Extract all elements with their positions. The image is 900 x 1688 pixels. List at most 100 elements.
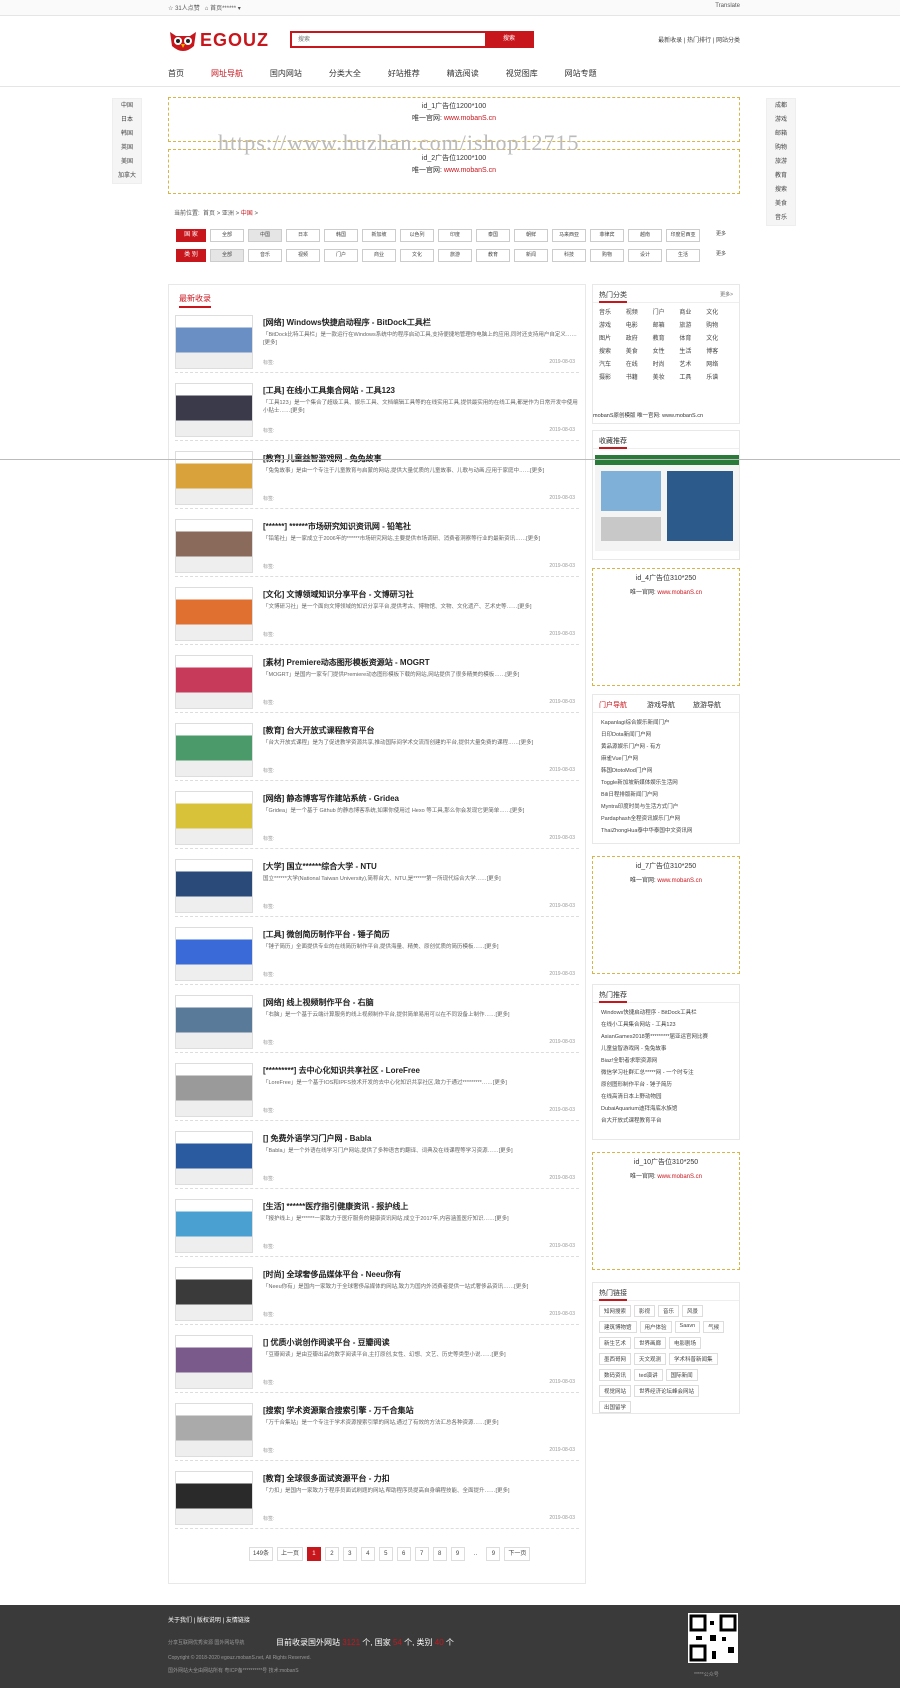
chip[interactable]: 全部 [210, 229, 244, 242]
tab-portal[interactable]: 门户导航 [599, 700, 627, 710]
tag-link[interactable]: 电影剧场 [669, 1337, 702, 1349]
portal-link[interactable]: Toggle新加坡新媒体娱乐生活网 [601, 777, 731, 789]
item-title[interactable]: [大学] 国立******综合大学 - NTU [263, 861, 377, 872]
more-chip[interactable]: 更多 [704, 229, 738, 242]
chip[interactable]: 旅游 [438, 249, 472, 262]
portal-link[interactable]: 韩国DtotoMod门户网 [601, 765, 731, 777]
chip[interactable]: 新闻 [514, 249, 548, 262]
site-thumbnail[interactable] [175, 995, 253, 1049]
page-button[interactable]: 4 [360, 1547, 375, 1561]
chip[interactable]: 印度 [438, 229, 472, 242]
item-title[interactable]: [教育] 台大开放式课程教育平台 [263, 725, 375, 736]
float-item[interactable]: 美食 [767, 197, 795, 211]
page-button[interactable]: 2 [324, 1547, 339, 1561]
search-input[interactable] [292, 33, 472, 46]
category-link[interactable]: 文化 [706, 307, 733, 316]
category-link[interactable]: 艺术 [679, 359, 706, 368]
chip[interactable]: 视频 [286, 249, 320, 262]
more-link[interactable]: 更多> [720, 291, 733, 298]
hot-rank-link[interactable]: 热门排行 [687, 38, 711, 44]
more-chip[interactable]: 更多 [704, 249, 738, 262]
category-link[interactable]: 生活 [679, 346, 706, 355]
category-link[interactable]: 音乐 [599, 307, 626, 316]
page-button[interactable]: 6 [396, 1547, 411, 1561]
flag-item[interactable]: 加拿大 [113, 169, 141, 183]
item-title[interactable]: [工具] 微创简历制作平台 - 锤子简历 [263, 929, 390, 940]
tab-travel[interactable]: 旅游导航 [693, 700, 721, 710]
site-thumbnail[interactable] [175, 1267, 253, 1321]
portal-link[interactable]: Pardaphash全程资讯娱乐门户网 [601, 813, 731, 825]
category-link[interactable]: 文化 [706, 333, 733, 342]
category-link[interactable]: 旅游 [679, 320, 706, 329]
tag-link[interactable]: 音乐 [658, 1305, 680, 1317]
category-link[interactable]: 工具 [679, 372, 706, 381]
chip[interactable]: 新加坡 [362, 229, 396, 242]
category-link[interactable]: 商业 [679, 307, 706, 316]
category-link[interactable]: 美妆 [653, 372, 680, 381]
float-item[interactable]: 音乐 [767, 211, 795, 225]
crumb-home[interactable]: 首页 [203, 211, 215, 217]
site-thumbnail[interactable] [175, 1471, 253, 1525]
site-thumbnail[interactable] [175, 859, 253, 913]
collect-screenshot[interactable] [595, 455, 739, 551]
item-title[interactable]: [搜索] 学术资源聚合搜索引擎 - 万千合集站 [263, 1405, 414, 1416]
category-link[interactable]: 在线 [626, 359, 653, 368]
portal-link[interactable]: 麻雀Vue门户网 [601, 753, 731, 765]
float-item[interactable]: 游戏 [767, 113, 795, 127]
portal-link[interactable]: Myntra印度时尚与生活方式门户 [601, 801, 731, 813]
chip[interactable]: 菲律宾 [590, 229, 624, 242]
category-link[interactable]: 邮箱 [653, 320, 680, 329]
site-thumbnail[interactable] [175, 791, 253, 845]
categories-link[interactable]: 网站分类 [716, 38, 740, 44]
logo[interactable]: EGOUZ [168, 28, 268, 54]
site-thumbnail[interactable] [175, 519, 253, 573]
site-thumbnail[interactable] [175, 1199, 253, 1253]
hot-link[interactable]: Windows快捷启动程序 - BitDock工具栏 [601, 1007, 731, 1019]
flag-item[interactable]: 日本 [113, 113, 141, 127]
flag-item[interactable]: 美国 [113, 155, 141, 169]
search-button[interactable]: 搜索 [485, 31, 533, 48]
chip[interactable]: 设计 [628, 249, 662, 262]
item-title[interactable]: [素材] Premiere动态图形模板资源站 - MOGRT [263, 657, 430, 668]
flag-item[interactable]: 中国 [113, 99, 141, 113]
tag-link[interactable]: 知网搜索 [599, 1305, 632, 1317]
ad-side-7[interactable]: id_7广告位310*250 唯一官网: www.mobanS.cn [592, 856, 740, 974]
tag-link[interactable]: 学术科普新闻集 [669, 1353, 718, 1365]
page-button[interactable]: 3 [342, 1547, 357, 1561]
about-link[interactable]: 关于我们 [168, 1618, 192, 1624]
site-thumbnail[interactable] [175, 1131, 253, 1185]
hot-link[interactable]: 在线高清日本上野动物园 [601, 1091, 731, 1103]
category-link[interactable]: 政府 [626, 333, 653, 342]
category-link[interactable]: 视频 [626, 307, 653, 316]
tab-games[interactable]: 游戏导航 [647, 700, 675, 710]
hot-link[interactable]: 微信学习社群汇总*****网 - 一个时专注 [601, 1067, 731, 1079]
nav-recommend[interactable]: 好站推荐 [388, 68, 420, 79]
category-link[interactable]: 购物 [706, 320, 733, 329]
category-link[interactable]: 电影 [626, 320, 653, 329]
home-link[interactable]: 首页****** [210, 6, 236, 12]
tag-link[interactable]: 数码资讯 [599, 1369, 632, 1381]
hot-link[interactable]: 原创图形制作平台 - 锤子简历 [601, 1079, 731, 1091]
site-thumbnail[interactable] [175, 587, 253, 641]
category-link[interactable]: 乐谱 [706, 372, 733, 381]
site-thumbnail[interactable] [175, 723, 253, 777]
tag-link[interactable]: 出国留学 [599, 1401, 632, 1413]
category-link[interactable]: 摄影 [599, 372, 626, 381]
ad-side-10[interactable]: id_10广告位310*250 唯一官网: www.mobanS.cn [592, 1152, 740, 1270]
copyright-link[interactable]: 版权说明 [197, 1618, 221, 1624]
item-title[interactable]: [时尚] 全球奢侈品媒体平台 - Neeu你有 [263, 1269, 401, 1280]
page-button[interactable]: 5 [378, 1547, 393, 1561]
nav-reading[interactable]: 精选阅读 [447, 68, 479, 79]
site-thumbnail[interactable] [175, 315, 253, 369]
nav-categories[interactable]: 分类大全 [329, 68, 361, 79]
category-link[interactable]: 游戏 [599, 320, 626, 329]
nav-home[interactable]: 首页 [168, 68, 184, 79]
item-title[interactable]: [网络] 线上视频制作平台 - 右脑 [263, 997, 374, 1008]
portal-link[interactable]: 日印Dota新闻门户网 [601, 729, 731, 741]
float-item[interactable]: 购物 [767, 141, 795, 155]
tag-link[interactable]: ted演讲 [634, 1369, 663, 1381]
item-title[interactable]: [教育] 全球很多面试资源平台 - 力扣 [263, 1473, 390, 1484]
item-title[interactable]: [*********] 去中心化知识共享社区 - LoreFree [263, 1065, 420, 1076]
tag-link[interactable]: 建筑博物馆 [599, 1321, 637, 1333]
page-button[interactable]: 9 [486, 1547, 501, 1561]
